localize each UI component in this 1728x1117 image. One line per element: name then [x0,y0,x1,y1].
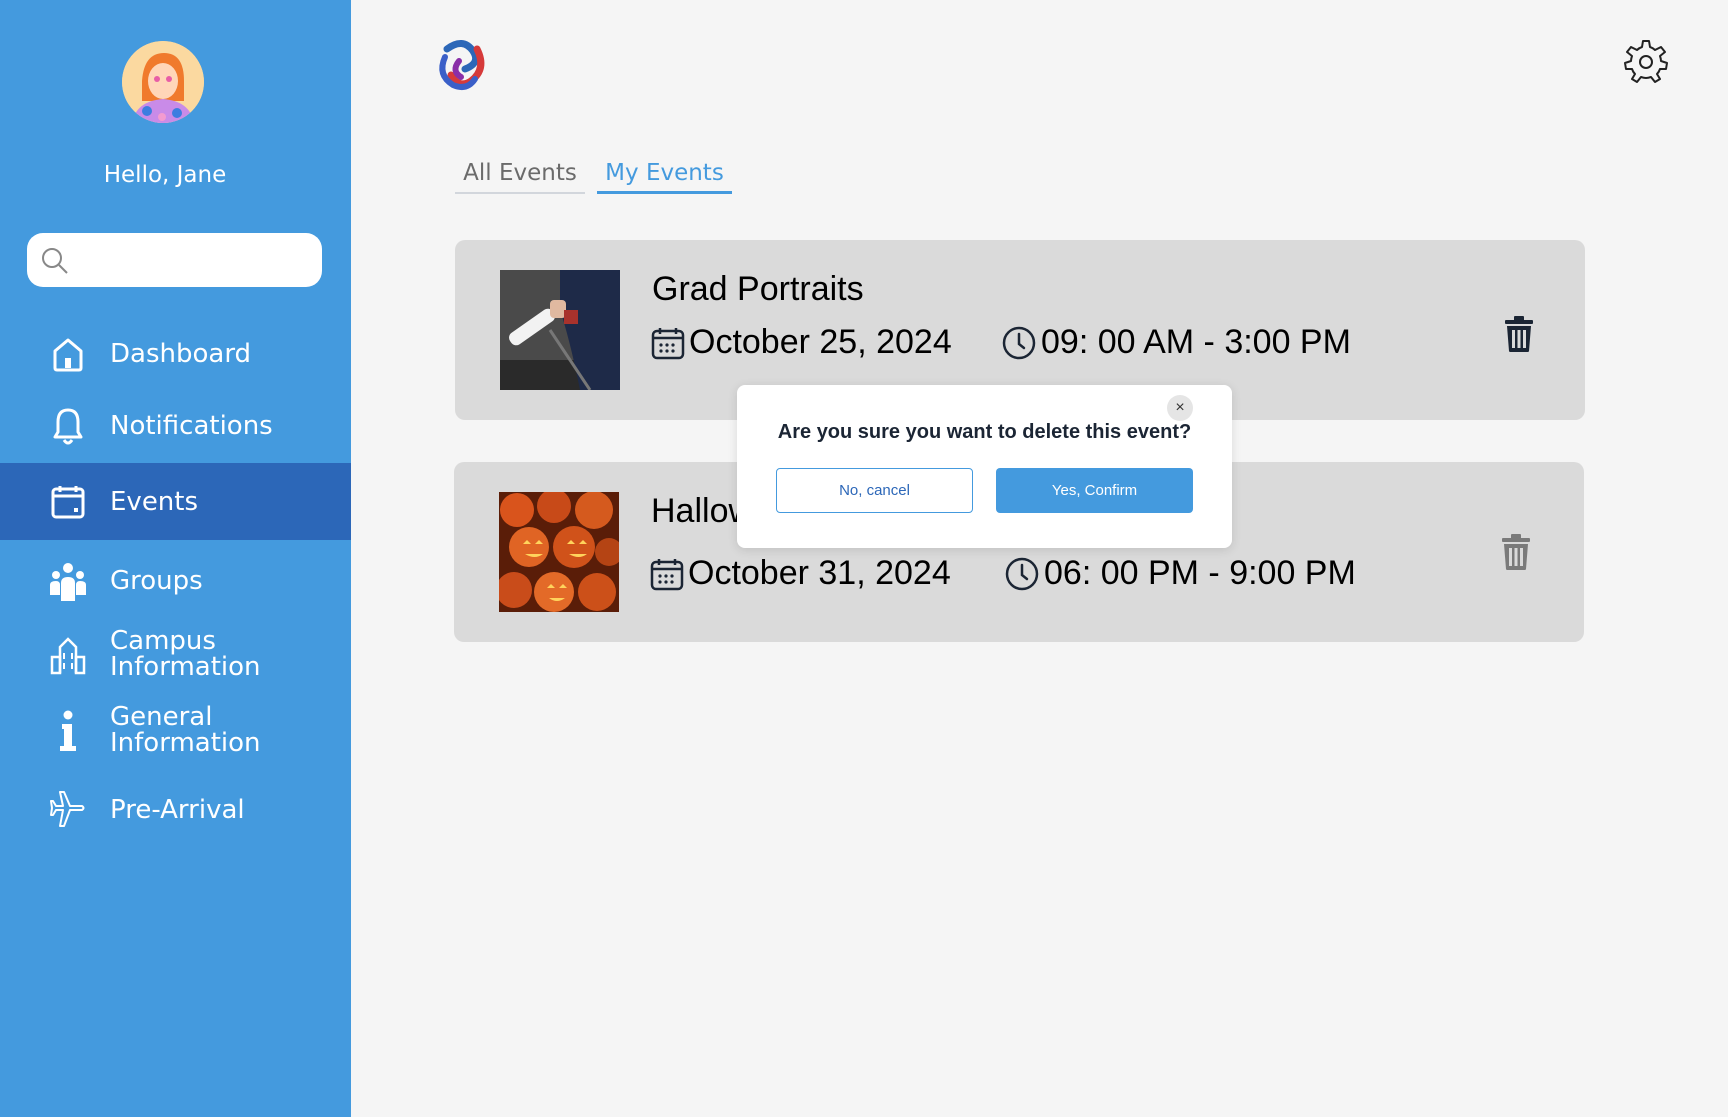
event-title: Grad Portraits [652,270,864,308]
sidebar: Hello, Jane Dashboard Notifications Even… [0,0,351,1117]
close-icon[interactable]: × [1167,395,1193,421]
clock-icon [1005,557,1039,590]
avatar[interactable] [122,41,204,123]
sidebar-item-label-line1: Campus [110,626,216,656]
sidebar-item-label: Notifications [110,411,273,441]
event-date: October 25, 2024 [651,323,952,362]
sidebar-item-label-line1: General [110,702,213,732]
clock-icon [1002,326,1036,359]
delete-trash-icon[interactable] [1500,533,1532,576]
search-input[interactable] [79,243,309,277]
settings-gear-icon[interactable] [1623,38,1669,84]
event-time: 09: 00 AM - 3:00 PM [1001,323,1351,362]
sidebar-item-groups[interactable]: Groups [0,555,351,607]
sidebar-item-label-line2: Information [110,652,261,682]
home-icon [48,336,88,372]
confirm-button[interactable]: Yes, Confirm [996,468,1193,513]
event-date: October 31, 2024 [650,554,951,593]
greeting-text: Hello, Jane [103,162,227,188]
calendar-icon [651,327,685,359]
bell-icon [48,406,88,446]
event-time-text: 06: 00 PM - 9:00 PM [1044,554,1356,592]
sidebar-item-campus-information[interactable]: Campus Information [0,625,351,685]
tab-all-events[interactable]: All Events [455,150,585,194]
building-icon [48,635,88,675]
sidebar-item-label: Dashboard [110,339,252,369]
calendar-icon [650,558,684,590]
dialog-message: Are you sure you want to delete this eve… [777,421,1192,443]
app-logo [433,35,493,95]
event-thumbnail [500,270,620,390]
people-icon [48,561,88,601]
event-date-text: October 25, 2024 [689,323,952,361]
calendar-icon [48,484,88,520]
sidebar-item-label: Pre-Arrival [110,795,245,825]
delete-confirm-dialog: × Are you sure you want to delete this e… [737,385,1232,548]
search-icon [42,248,68,274]
search-bar[interactable] [27,233,322,287]
event-date-text: October 31, 2024 [688,554,951,592]
cancel-button[interactable]: No, cancel [776,468,973,513]
delete-trash-icon[interactable] [1503,315,1535,358]
event-time: 06: 00 PM - 9:00 PM [1004,554,1356,593]
sidebar-item-dashboard[interactable]: Dashboard [0,328,351,380]
sidebar-item-label: Groups [110,566,203,596]
airplane-icon [48,790,88,830]
event-time-text: 09: 00 AM - 3:00 PM [1041,323,1351,361]
sidebar-item-notifications[interactable]: Notifications [0,400,351,452]
event-thumbnail [499,492,619,612]
sidebar-item-label-line2: Information [110,728,261,758]
info-icon [48,710,88,752]
sidebar-item-events[interactable]: Events [0,463,351,540]
sidebar-item-pre-arrival[interactable]: Pre-Arrival [0,784,351,836]
sidebar-item-general-information[interactable]: General Information [0,701,351,761]
tab-my-events[interactable]: My Events [597,150,732,194]
sidebar-item-label: Events [110,486,199,517]
